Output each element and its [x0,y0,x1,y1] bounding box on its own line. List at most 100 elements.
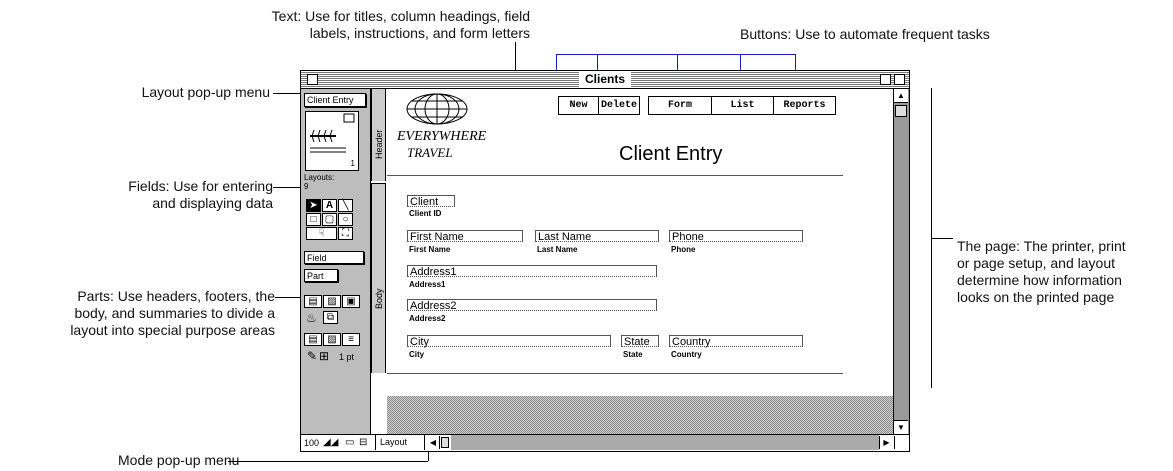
phone-field[interactable]: Phone [669,230,803,243]
layout-book[interactable]: 1 [305,111,359,171]
status-toggle-icon[interactable]: ▭ [345,437,354,449]
vertical-scrollbar[interactable]: ▲ ▼ [893,89,909,434]
page-callout-line4: looks on the printed page [957,289,1115,305]
city-label: City [409,350,425,359]
header-part-label: Header [374,129,384,159]
parts-callout-line2: body, and summaries to divide a [74,305,275,321]
layout-popup-menu[interactable]: Client Entry [304,93,366,107]
mode-leader [228,461,428,462]
field-button[interactable]: Field [304,251,364,264]
scroll-right-icon[interactable]: ▶ [879,436,893,449]
horizontal-scroll-thumb[interactable] [441,437,449,448]
buttons-callout: Buttons: Use to automate frequent tasks [740,26,990,42]
body-end-divider [387,373,843,374]
address1-field[interactable]: Address1 [407,265,657,278]
button-icon: ☟ [318,228,325,239]
part-label-toggle-icon[interactable]: ⊟ [359,437,367,449]
title-bar[interactable]: Clients [301,71,909,89]
non-printable-area [387,396,893,434]
header-part-tab[interactable]: Header [371,89,386,181]
fields-callout-line2: and displaying data [152,195,273,211]
close-box[interactable] [307,74,318,85]
layout-title: Client Entry [619,143,723,165]
layouts-count: 9 [304,182,309,191]
rectangle-icon: □ [310,214,317,225]
page-callout: The page: The printer, print or page set… [957,238,1126,306]
text-icon: A [325,200,334,211]
address1-label: Address1 [409,280,446,289]
portal-icon: ⛶ [342,228,349,239]
collapse-box[interactable] [894,74,905,85]
status-bar: 100 ◢◢ ▭ ⊟ Layout ◀ ▶ [301,434,909,451]
text-callout-line2: labels, instructions, and form letters [309,25,530,41]
page-callout-line3: determine how information [957,272,1122,288]
phone-label: Phone [671,245,696,254]
fill-color-palette[interactable]: ▤ [304,295,322,308]
effects-icon: ▣ [346,296,356,307]
fields-callout-line1: Fields: Use for entering [128,178,273,194]
scroll-left-icon[interactable]: ◀ [427,436,440,449]
layout-canvas: EVERYWHERE TRAVEL New Delete Form List R… [387,89,893,434]
address2-label: Address2 [409,314,446,323]
line-width-icon: ≡ [348,334,354,345]
scroll-down-icon[interactable]: ▼ [894,420,908,434]
pointer-tool[interactable]: ➤ [306,199,321,212]
book-page-number: 1 [350,159,355,168]
mode-menu-callout: Mode pop-up menu [118,452,240,468]
text-callout: Text: Use for titles, column headings, f… [170,8,530,42]
zoom-box[interactable] [880,74,891,85]
window-title: Clients [578,71,632,87]
rectangle-tool[interactable]: □ [306,213,321,226]
logo-line1: EVERYWHERE [397,129,487,144]
body-part-label: Body [374,288,384,309]
list-button[interactable]: List [711,96,774,115]
pen-color-icon: ▤ [308,334,318,345]
button-tool[interactable]: ☟ [306,227,337,240]
line-tool[interactable]: ╲ [338,199,353,212]
border-icon: ⊞ [319,349,330,363]
fill-bucket-icon: ♨ [306,311,317,325]
state-field[interactable]: State [621,335,659,348]
last-name-field[interactable]: Last Name [535,230,659,243]
portal-tool[interactable]: ⛶ [338,227,353,240]
last-name-label: Last Name [537,245,578,254]
text-callout-line1: Text: Use for titles, column headings, f… [271,8,530,24]
client-id-label: Client ID [409,209,442,218]
delete-button[interactable]: Delete [598,96,640,115]
pen-pattern-palette[interactable]: ▨ [323,333,341,346]
resize-grip-icon[interactable] [894,436,908,449]
body-part-tab[interactable]: Body [371,183,386,373]
layout-menu-callout: Layout pop-up menu [141,84,270,100]
new-button[interactable]: New [558,96,599,115]
rounded-rectangle-tool[interactable]: ▢ [322,213,337,226]
pen-color-palette[interactable]: ▤ [304,333,322,346]
part-button[interactable]: Part [304,269,338,282]
mode-popup-menu[interactable]: Layout [375,435,425,450]
line-width-palette[interactable]: ≡ [342,333,360,346]
form-button[interactable]: Form [648,96,712,115]
country-label: Country [671,350,702,359]
oval-tool[interactable]: ○ [338,213,353,226]
line-width-value: 1 pt [339,352,355,362]
buttons-bracket [556,54,796,55]
client-id-field[interactable]: Client [407,195,455,208]
scroll-thumb[interactable] [895,105,907,117]
zoom-icon[interactable]: ◢◢ [323,437,338,449]
effects-palette[interactable]: ▣ [342,295,360,308]
fill-pattern-palette[interactable]: ▨ [323,295,341,308]
first-name-field[interactable]: First Name [407,230,523,243]
object-effects-icon: ⧉ [326,312,335,323]
scroll-up-icon[interactable]: ▲ [894,89,908,103]
fields-callout: Fields: Use for entering and displaying … [40,178,273,212]
text-tool[interactable]: A [322,199,337,212]
city-field[interactable]: City [407,335,611,348]
layouts-label: Layouts: [304,173,335,182]
horizontal-scroll-track[interactable] [451,435,879,450]
country-field[interactable]: Country [669,335,803,348]
parts-callout-line1: Parts: Use headers, footers, the [77,288,275,304]
rounded-rectangle-icon: ▢ [324,214,335,225]
reports-button[interactable]: Reports [773,96,836,115]
zoom-percentage[interactable]: 100 [304,436,319,450]
object-effects-tool[interactable]: ⧉ [323,311,338,324]
address2-field[interactable]: Address2 [407,299,657,312]
